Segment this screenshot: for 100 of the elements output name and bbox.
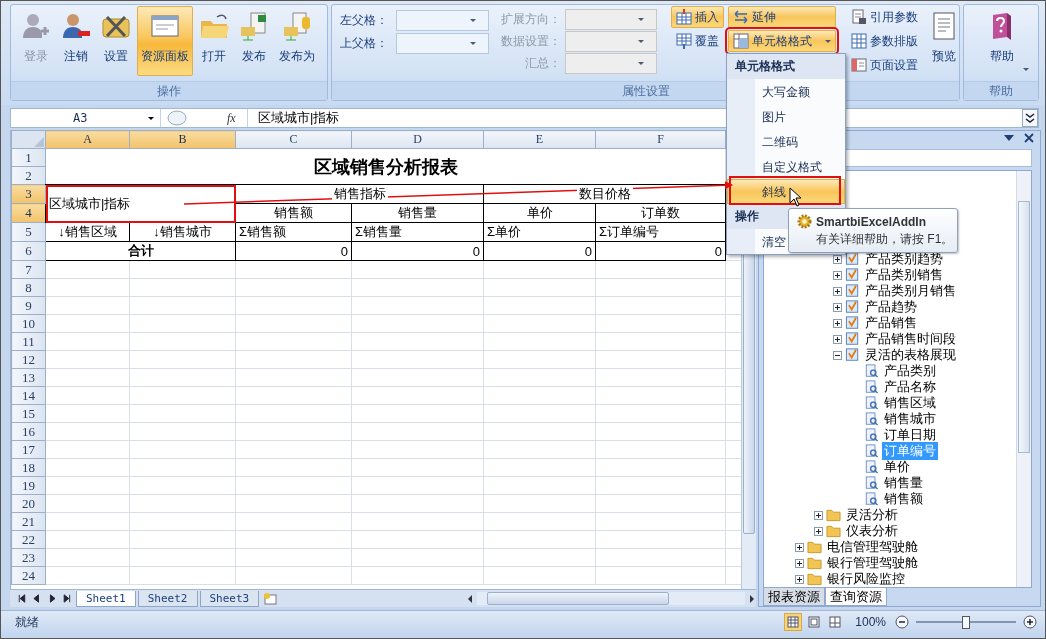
- tree-item[interactable]: 灵活分析: [844, 506, 900, 524]
- name-box[interactable]: A3: [11, 109, 161, 127]
- ribbon-button[interactable]: 注销: [57, 6, 95, 76]
- ribbon-button[interactable]: 发布: [235, 6, 273, 76]
- sheet-tab[interactable]: Sheet1: [76, 590, 136, 607]
- ribbon-button[interactable]: 单元格格式: [728, 30, 836, 52]
- caret-icon: [1023, 68, 1029, 71]
- folder-document-icon: [239, 11, 269, 41]
- ribbon-button[interactable]: 设置: [97, 6, 135, 76]
- expand-icon[interactable]: [833, 254, 842, 264]
- horizontal-scrollbar[interactable]: [466, 591, 756, 606]
- expand-icon[interactable]: [833, 270, 842, 280]
- ribbon-button[interactable]: 参数排版: [846, 30, 923, 52]
- arrows-icon: [733, 9, 749, 25]
- field-label: 汇总：: [524, 55, 561, 72]
- caret-icon: [638, 62, 644, 65]
- help-button[interactable]: 帮助: [972, 6, 1032, 76]
- menu-item[interactable]: 自定义格式: [727, 154, 845, 179]
- expand-icon[interactable]: [814, 510, 823, 520]
- close-icon[interactable]: [1024, 133, 1034, 144]
- column-header[interactable]: A: [45, 130, 130, 149]
- collapse-icon[interactable]: [833, 350, 842, 360]
- folder-icon: [826, 524, 841, 538]
- pane-tab[interactable]: 查询资源: [825, 588, 887, 606]
- ribbon-button[interactable]: 打开: [195, 6, 233, 76]
- column-header-cell: 销售量: [351, 203, 484, 223]
- expand-icon[interactable]: [795, 558, 804, 568]
- sheet-tab[interactable]: Sheet3: [199, 590, 260, 607]
- tree-item[interactable]: 电信管理驾驶舱: [825, 538, 920, 556]
- total-cell: 合计: [45, 241, 236, 261]
- expand-icon[interactable]: [795, 542, 804, 552]
- field-icon: [864, 412, 879, 426]
- expand-icon[interactable]: [814, 526, 823, 536]
- tree-item[interactable]: 订单日期: [882, 426, 938, 444]
- menu-item[interactable]: 图片: [727, 104, 845, 129]
- tree-item[interactable]: 产品趋势: [863, 298, 919, 316]
- ribbon-button[interactable]: 覆盖: [671, 30, 724, 52]
- sheet-tab[interactable]: Sheet2: [137, 590, 198, 607]
- caret-icon: [638, 18, 644, 21]
- ribbon-button[interactable]: 引用参数: [846, 6, 923, 28]
- folder-database-icon: [282, 11, 312, 41]
- zoom-out-icon[interactable]: [895, 615, 909, 629]
- ribbon-button[interactable]: 资源面板: [137, 6, 193, 76]
- zoom-in-icon[interactable]: [1023, 615, 1037, 629]
- tree-item[interactable]: 单价: [882, 458, 912, 476]
- tree-item[interactable]: 产品类别: [882, 362, 938, 380]
- expand-icon[interactable]: [833, 286, 842, 296]
- column-header[interactable]: E: [483, 130, 596, 149]
- expand-icon[interactable]: [1022, 109, 1038, 127]
- view-button[interactable]: [784, 613, 803, 631]
- tree-item[interactable]: 银行管理驾驶舱: [825, 554, 920, 572]
- tree-item[interactable]: 产品名称: [882, 378, 938, 396]
- zoom-level[interactable]: 100%: [855, 615, 886, 629]
- ribbon-button[interactable]: 发布为: [275, 6, 319, 76]
- scroll-right-icon[interactable]: [748, 593, 756, 604]
- tree-item[interactable]: 灵活的表格展现: [863, 346, 958, 364]
- formula-field[interactable]: 区域城市|指标: [247, 109, 707, 127]
- tree-item[interactable]: 产品类别销售: [863, 266, 945, 284]
- tree-item[interactable]: 产品销售时间段: [863, 330, 958, 348]
- expand-icon[interactable]: [833, 334, 842, 344]
- caret-icon: [148, 117, 154, 120]
- tree-item[interactable]: 产品销售: [863, 314, 919, 332]
- group-label: 操作: [11, 81, 327, 100]
- ribbon-button[interactable]: 延伸: [728, 6, 836, 28]
- column-header[interactable]: D: [351, 130, 484, 149]
- column-header[interactable]: B: [129, 130, 236, 149]
- tree-item[interactable]: 银行风险监控: [825, 570, 907, 587]
- tooltip-text: 有关详细帮助，请按 F1。: [815, 231, 949, 248]
- tree-item[interactable]: 产品类别月销售: [863, 282, 958, 300]
- field-label: 上父格：: [340, 35, 389, 52]
- preview-button[interactable]: 预览: [925, 6, 963, 76]
- caret-icon: [825, 39, 831, 43]
- tree-item[interactable]: 产品类别趋势: [863, 250, 945, 268]
- pane-tab[interactable]: 报表资源: [763, 588, 825, 606]
- column-header-cell: 订单数: [595, 203, 726, 223]
- ribbon-button[interactable]: 页面设置: [846, 54, 923, 76]
- column-header[interactable]: C: [235, 130, 352, 149]
- page-icon: [851, 57, 867, 73]
- dropdown-field[interactable]: [396, 10, 489, 31]
- number-cell: 0: [483, 241, 596, 261]
- slider-thumb[interactable]: [962, 615, 970, 629]
- tree-item[interactable]: 销售量: [882, 474, 925, 492]
- tree-item[interactable]: 仪表分析: [844, 522, 900, 540]
- function-button[interactable]: fx: [227, 110, 247, 126]
- tree-item[interactable]: 销售城市: [882, 410, 938, 428]
- scroll-left-icon[interactable]: [466, 593, 474, 604]
- expand-icon[interactable]: [833, 302, 842, 312]
- report-icon: [845, 332, 860, 346]
- menu-item[interactable]: 二维码: [727, 129, 845, 154]
- field-cell: Σ单价: [483, 222, 596, 242]
- dropdown-field[interactable]: [396, 33, 489, 54]
- tree-item[interactable]: 销售区域: [882, 394, 938, 412]
- expand-icon[interactable]: [795, 574, 804, 584]
- tree-item[interactable]: 销售额: [882, 490, 925, 508]
- column-header[interactable]: F: [595, 130, 726, 149]
- document-icon: [851, 9, 867, 25]
- ribbon-button[interactable]: 插入: [671, 6, 724, 28]
- vertical-scrollbar[interactable]: [1016, 171, 1031, 587]
- folder-arrow-icon: [199, 11, 229, 41]
- expand-icon[interactable]: [833, 318, 842, 328]
